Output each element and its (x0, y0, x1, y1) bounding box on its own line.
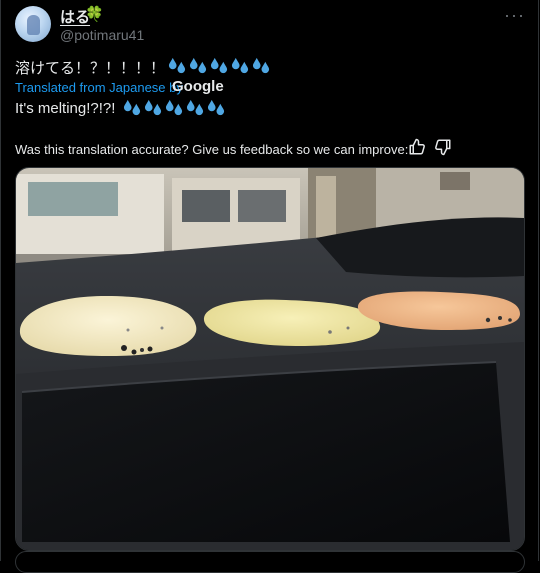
sweat-drops-icon (189, 57, 207, 74)
translation-label[interactable]: Translated from Japanese by (15, 80, 183, 95)
sweat-drops-emoji-row (168, 56, 271, 76)
translation-feedback-question: Was this translation accurate? Give us f… (15, 142, 409, 157)
sweat-drops-icon (123, 99, 141, 116)
right-border (538, 0, 539, 561)
tweet-translated-text: It's melting!?!?! (15, 100, 116, 117)
next-card-edge (15, 551, 525, 573)
tweet-photo[interactable] (15, 167, 525, 551)
sweat-drops-icon (168, 57, 186, 74)
sweat-drops-emoji-row-translated (123, 98, 226, 118)
google-logo: Google (172, 78, 224, 95)
sweat-drops-icon (207, 99, 225, 116)
left-border (0, 0, 1, 561)
sweat-drops-icon (144, 99, 162, 116)
photo-scene (16, 168, 524, 550)
thumbs-down-icon[interactable] (434, 138, 452, 156)
clover-emoji-icon: 🍀 (85, 6, 104, 23)
more-options-icon[interactable]: ··· (504, 5, 525, 26)
author-handle[interactable]: @potimaru41 (60, 27, 144, 43)
sweat-drops-icon (165, 99, 183, 116)
sweat-drops-icon (186, 99, 204, 116)
sweat-drops-icon (231, 57, 249, 74)
thumbs-up-icon[interactable] (408, 138, 426, 156)
avatar[interactable] (15, 6, 51, 42)
tweet-original-text: 溶けてる！？！！！！ (15, 60, 166, 77)
sweat-drops-icon (252, 57, 270, 74)
sweat-drops-icon (210, 57, 228, 74)
